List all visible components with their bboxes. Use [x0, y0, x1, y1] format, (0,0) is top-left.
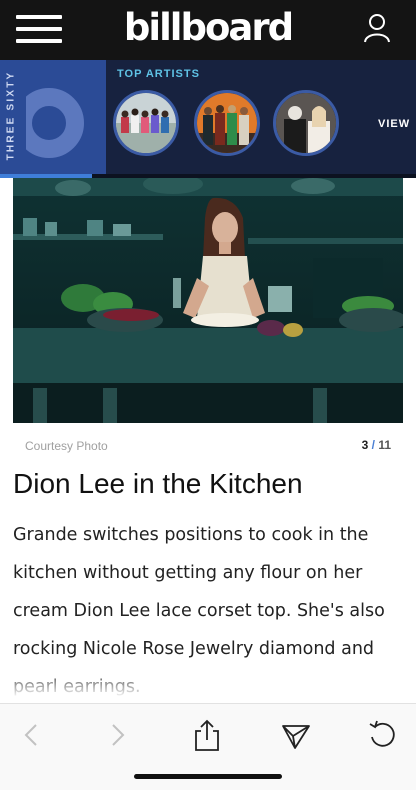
artist-avatar-group[interactable]: [113, 90, 179, 156]
current-slide: 3: [361, 438, 369, 452]
slide-counter: 3 / 11: [362, 438, 391, 452]
user-icon[interactable]: [361, 12, 393, 44]
reload-icon[interactable]: [366, 718, 400, 752]
view-all-link[interactable]: VIEW: [378, 118, 410, 130]
chevron-left-icon[interactable]: [14, 718, 48, 752]
three-sixty-panel[interactable]: THREE SIXTY: [0, 60, 106, 174]
home-indicator[interactable]: [134, 774, 282, 779]
total-slides: 11: [378, 438, 391, 452]
gallery-photo[interactable]: [13, 178, 403, 423]
send-icon[interactable]: [279, 718, 313, 752]
gallery-title: Dion Lee in the Kitchen: [13, 468, 303, 499]
three-sixty-label: THREE SIXTY: [5, 70, 17, 161]
photo-meta: Courtesy Photo 3 / 11: [13, 436, 403, 456]
counter-separator: /: [371, 438, 375, 452]
photo-credit: Courtesy Photo: [25, 439, 108, 453]
chevron-right-icon[interactable]: [101, 718, 135, 752]
billboard-logo[interactable]: billboard: [0, 6, 416, 50]
site-header: billboard: [0, 0, 416, 60]
artist-avatar-duo[interactable]: [273, 90, 339, 156]
top-artists-title: TOP ARTISTS: [117, 68, 200, 80]
artist-avatar-band[interactable]: [194, 90, 260, 156]
share-icon[interactable]: [190, 718, 224, 752]
top-artists-bar: THREE SIXTY TOP ARTISTS VIEW: [0, 60, 416, 178]
